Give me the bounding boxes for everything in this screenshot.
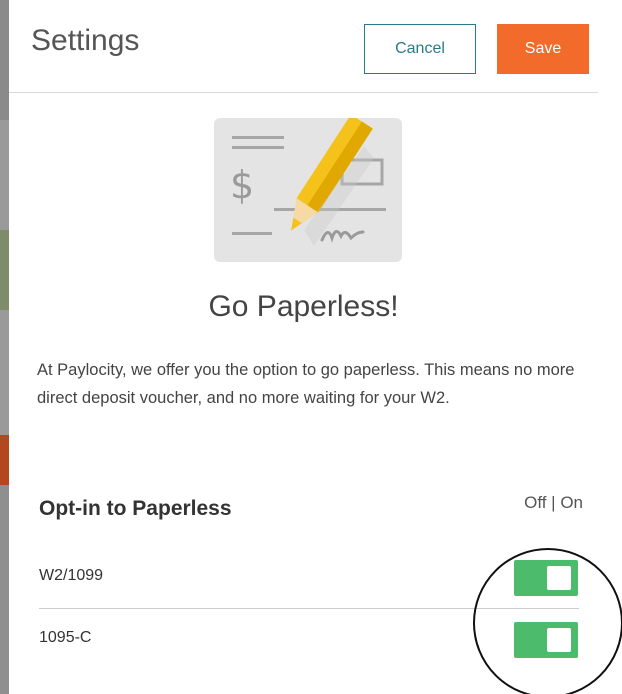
background-page-edge — [0, 0, 9, 694]
go-paperless-heading: Go Paperless! — [208, 290, 399, 323]
page-title: Settings — [31, 24, 140, 57]
settings-header: Settings Cancel Save — [9, 0, 598, 93]
1095-c-toggle[interactable] — [514, 622, 578, 658]
toggle-knob — [547, 628, 571, 652]
toggle-knob — [547, 566, 571, 590]
screen: Settings Cancel Save $ Go Paperless! At … — [0, 0, 622, 694]
list-item-label: W2/1099 — [39, 567, 104, 584]
save-button[interactable]: Save — [497, 24, 589, 74]
opt-in-section-title: Opt-in to Paperless — [39, 497, 232, 520]
w2-1099-toggle[interactable] — [514, 560, 578, 596]
settings-panel: Settings Cancel Save $ Go Paperless! At … — [9, 0, 598, 694]
list-item-label: 1095-C — [39, 629, 92, 646]
check-with-pencil-icon: $ — [214, 118, 402, 262]
paperless-description: At Paylocity, we offer you the option to… — [37, 361, 575, 407]
svg-text:$: $ — [230, 163, 254, 207]
cancel-button[interactable]: Cancel — [364, 24, 476, 74]
list-item-w2-1099: W2/1099 — [39, 547, 579, 609]
list-item-1095-c: 1095-C — [39, 609, 579, 671]
toggle-legend: Off | On — [524, 493, 583, 512]
